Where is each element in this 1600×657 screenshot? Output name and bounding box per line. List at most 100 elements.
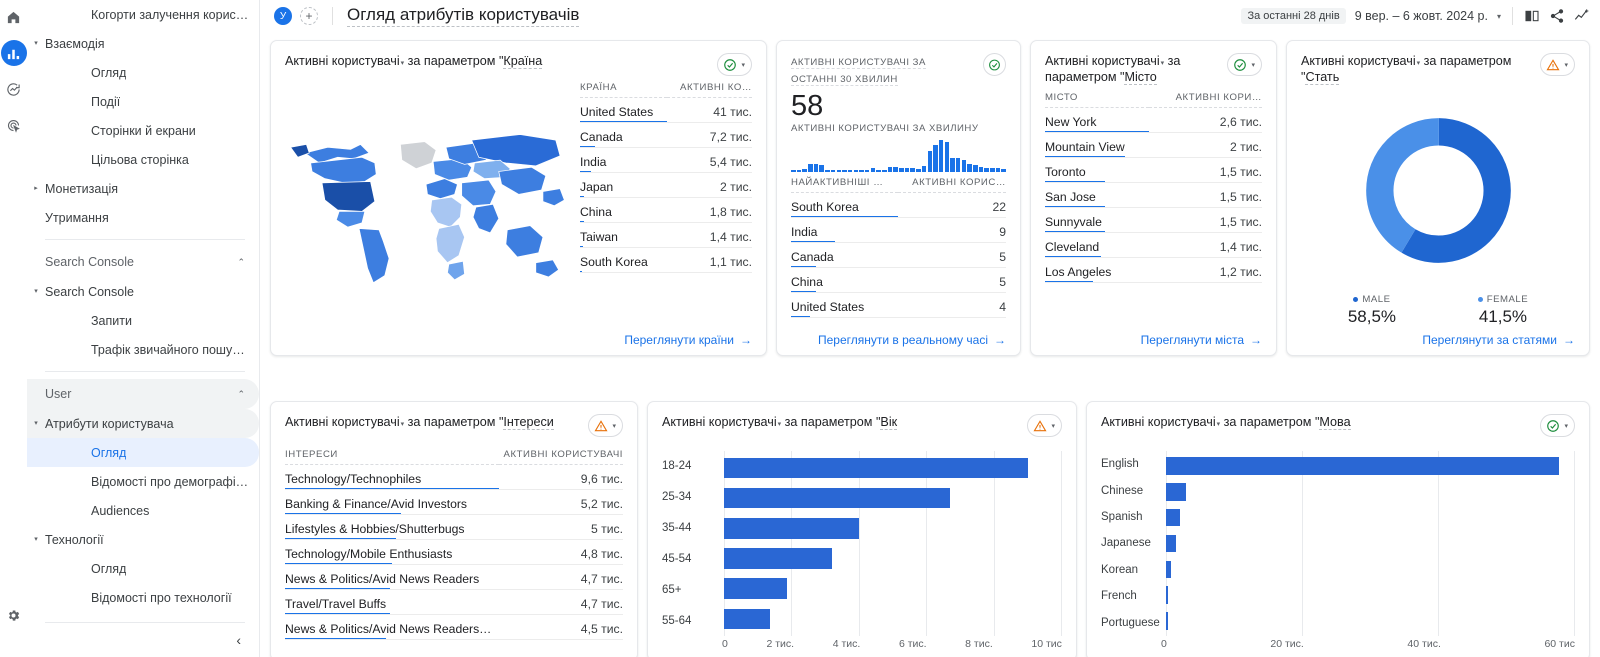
column-header[interactable]: НАЙАКТИВНІШІ …	[791, 177, 898, 194]
home-icon[interactable]	[1, 4, 27, 30]
sidebar-item[interactable]: Огляд	[27, 438, 259, 467]
dimension-link[interactable]: Стать	[1305, 70, 1340, 86]
gender-donut-chart[interactable]	[1301, 86, 1575, 292]
bar-55-64[interactable]	[724, 608, 770, 630]
column-header[interactable]: КРАЇНА	[580, 82, 667, 98]
nav-section-search-console[interactable]: Search Console ⌃	[27, 247, 259, 277]
language-bar-chart[interactable]: English Chinese Spanish Japanese Korean Frenc…	[1101, 451, 1575, 636]
bar-Portuguese[interactable]	[1165, 612, 1169, 630]
metric-selector[interactable]: Активні користувачі▾	[1301, 54, 1420, 68]
explore-icon[interactable]	[1, 76, 27, 102]
table-row[interactable]: Sunnyvale 1,5 тис.	[1045, 207, 1262, 233]
table-row[interactable]: South Korea 22	[791, 192, 1006, 219]
page-title[interactable]: Огляд атрибутів користувачів	[347, 5, 580, 27]
dimension-link[interactable]: Місто	[1124, 70, 1157, 86]
insights-icon[interactable]	[1574, 8, 1590, 24]
table-row[interactable]: San Jose 1,5 тис.	[1045, 182, 1262, 208]
nav-section-user[interactable]: User ⌃	[27, 379, 259, 409]
property-avatar[interactable]: У	[274, 7, 292, 25]
bar-45-54[interactable]	[724, 548, 833, 569]
sidebar-item[interactable]: ▸ Монетизація	[27, 174, 259, 203]
table-row[interactable]: Canada 5	[791, 242, 1006, 269]
table-row[interactable]: Banking & Finance/Avid Investors 5,2 тис.	[285, 489, 623, 515]
metric-selector[interactable]: Активні користувачі▾	[662, 415, 781, 429]
date-range-chip[interactable]: За останні 28 днів	[1241, 8, 1346, 24]
share-icon[interactable]	[1549, 8, 1565, 24]
sidebar-item[interactable]: Когорти залучення корис…	[27, 0, 259, 29]
view-realtime-link[interactable]: Переглянути в реальному часі →	[791, 327, 1006, 347]
bar-35-44[interactable]	[724, 518, 860, 539]
table-row[interactable]: Travel/Travel Buffs 4,7 тис.	[285, 589, 623, 615]
add-comparison-button[interactable]: +	[300, 7, 318, 25]
status-warning-pill[interactable]: ▾	[1027, 414, 1062, 437]
table-row[interactable]: India 9	[791, 217, 1006, 244]
table-row[interactable]: Technology/Mobile Enthusiasts 4,8 тис.	[285, 539, 623, 565]
dimension-link[interactable]: Мова	[1319, 415, 1351, 430]
sidebar-item[interactable]: Відомості про технології	[27, 583, 259, 612]
metric-selector[interactable]: Активні користувачі▾	[1045, 54, 1164, 68]
table-row[interactable]: United States 4	[791, 292, 1006, 319]
view-gender-link[interactable]: Переглянути за статями →	[1301, 327, 1575, 347]
sidebar-item[interactable]: Трафік звичайного пошук…	[27, 335, 259, 364]
bar-25-34[interactable]	[724, 487, 951, 509]
status-ok-pill[interactable]: ▾	[1540, 414, 1575, 437]
view-cities-link[interactable]: Переглянути міста →	[1045, 327, 1262, 347]
sidebar-item[interactable]: Утримання	[27, 203, 259, 232]
compare-icon[interactable]	[1524, 8, 1540, 24]
table-row[interactable]: Lifestyles & Hobbies/Shutterbugs 5 тис.	[285, 514, 623, 540]
column-header[interactable]: АКТИВНІ КОРИ…	[1149, 91, 1262, 108]
collapse-sidebar-button[interactable]: ‹	[236, 633, 241, 647]
bar-65+[interactable]	[724, 578, 787, 599]
table-row[interactable]: Los Angeles 1,2 тис.	[1045, 257, 1262, 283]
date-range-value[interactable]: 9 вер. – 6 жовт. 2024 р.	[1355, 9, 1488, 23]
sidebar-item[interactable]: Сторінки й екрани	[27, 116, 259, 145]
table-row[interactable]: Toronto 1,5 тис.	[1045, 157, 1262, 183]
settings-gear-icon[interactable]	[6, 608, 21, 623]
table-row[interactable]: United States 41 тис.	[580, 97, 752, 123]
sidebar-item[interactable]: ▾ Технології	[27, 525, 259, 554]
reports-icon[interactable]	[0, 40, 27, 66]
bar-French[interactable]	[1165, 586, 1169, 604]
status-warning-pill[interactable]: ▾	[1540, 53, 1575, 76]
column-header[interactable]: АКТИВНІ КОРИС…	[897, 177, 1006, 194]
bar-English[interactable]	[1165, 457, 1559, 475]
column-header[interactable]: МІСТО	[1045, 91, 1150, 108]
table-row[interactable]: Technology/Technophiles 9,6 тис.	[285, 464, 623, 490]
table-row[interactable]: Cleveland 1,4 тис.	[1045, 232, 1262, 258]
sidebar-item[interactable]: Цільова сторінка	[27, 145, 259, 174]
age-bar-chart[interactable]: 18-24 25-34 35-44 45-54 65+ 55-64	[662, 451, 1062, 636]
column-header[interactable]: АКТИВНІ КО…	[666, 82, 752, 98]
table-row[interactable]: News & Politics/Avid News Readers… 4,5 ти…	[285, 614, 623, 640]
world-map[interactable]	[285, 82, 570, 327]
table-row[interactable]: News & Politics/Avid News Readers 4,7 тис…	[285, 564, 623, 590]
table-row[interactable]: New York 2,6 тис.	[1045, 107, 1262, 133]
table-row[interactable]: Japan 2 тис.	[580, 172, 752, 198]
table-row[interactable]: China 5	[791, 267, 1006, 294]
sidebar-item[interactable]: Події	[27, 87, 259, 116]
table-row[interactable]: China 1,8 тис.	[580, 197, 752, 223]
sidebar-item[interactable]: ▾ Взаємодія	[27, 29, 259, 58]
advertising-icon[interactable]	[1, 112, 27, 138]
metric-selector[interactable]: Активні користувачі▾	[285, 54, 404, 68]
dimension-link[interactable]: Інтереси	[503, 415, 554, 430]
bar-Spanish[interactable]	[1165, 508, 1180, 527]
column-header[interactable]: АКТИВНІ КОРИСТУВАЧІ	[499, 449, 623, 465]
table-row[interactable]: Canada 7,2 тис.	[580, 122, 752, 148]
table-row[interactable]: India 5,4 тис.	[580, 147, 752, 173]
sidebar-item[interactable]: Відомості про демографіч…	[27, 467, 259, 496]
bar-Korean[interactable]	[1165, 560, 1172, 579]
sidebar-item[interactable]: ▾ Атрибути користувача	[27, 409, 259, 438]
column-header[interactable]: ІНТЕРЕСИ	[285, 449, 500, 465]
metric-selector[interactable]: Активні користувачі▾	[285, 415, 404, 429]
status-warning-pill[interactable]: ▾	[588, 414, 623, 437]
status-ok-pill[interactable]: ▾	[717, 53, 752, 76]
bar-Chinese[interactable]	[1165, 482, 1186, 501]
metric-selector[interactable]: Активні користувачі▾	[1101, 415, 1220, 429]
dimension-link[interactable]: Країна	[503, 54, 543, 69]
status-ok-pill[interactable]	[983, 53, 1006, 76]
sidebar-item[interactable]: Запити	[27, 306, 259, 335]
bar-Japanese[interactable]	[1165, 534, 1176, 553]
status-ok-pill[interactable]: ▾	[1227, 53, 1262, 76]
view-countries-link[interactable]: Переглянути країни →	[285, 327, 752, 347]
table-row[interactable]: South Korea 1,1 тис.	[580, 247, 752, 273]
